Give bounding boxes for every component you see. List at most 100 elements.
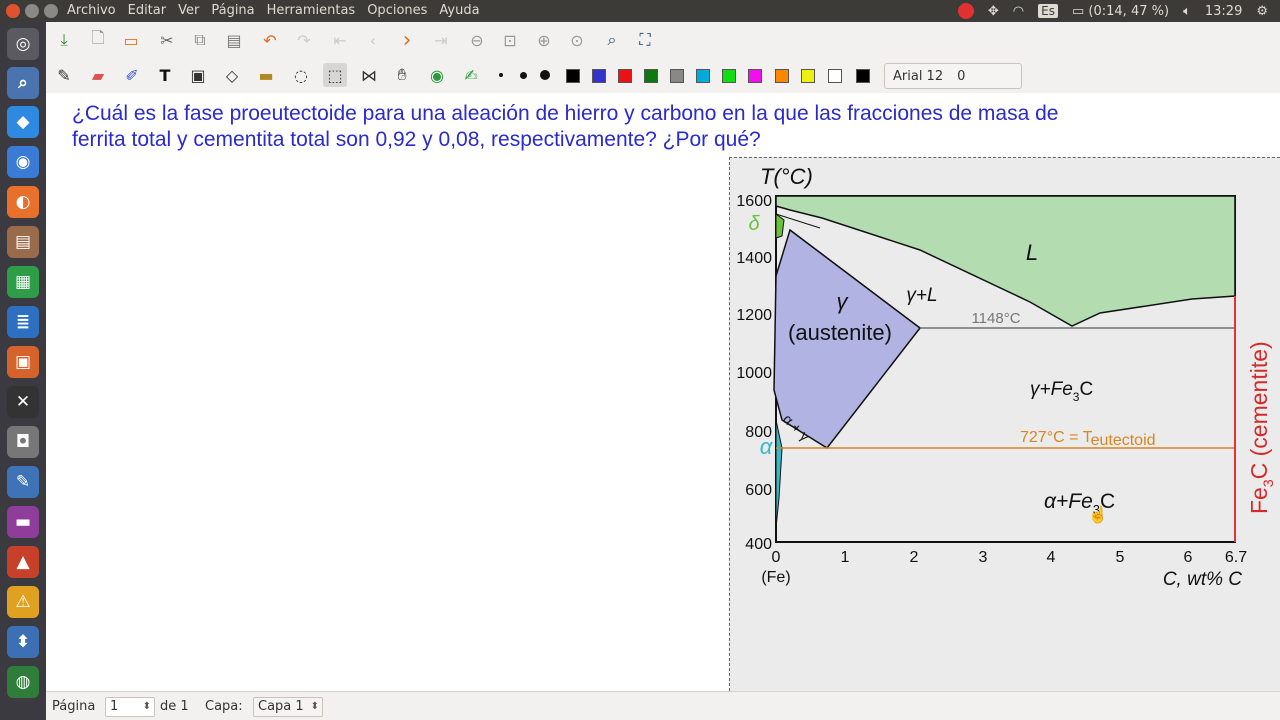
x-tick-6: 6 bbox=[1184, 549, 1193, 566]
camera-icon[interactable]: ◘ bbox=[7, 426, 39, 458]
eraser-icon[interactable]: ▰ bbox=[86, 63, 110, 87]
vlc-icon[interactable]: ▲ bbox=[7, 546, 39, 578]
color-black[interactable] bbox=[566, 69, 580, 83]
menu-ayuda[interactable]: Ayuda bbox=[439, 3, 479, 18]
dropbox-indicator-icon[interactable]: ✥ bbox=[988, 4, 999, 19]
fullscreen-icon[interactable]: ⛶ bbox=[633, 28, 657, 52]
previous-page-icon[interactable]: ‹ bbox=[361, 28, 385, 52]
save-icon[interactable]: ⤓ bbox=[52, 28, 76, 52]
font-selector[interactable]: Arial 12 0 bbox=[884, 63, 1022, 89]
redo-icon[interactable]: ↷ bbox=[292, 28, 316, 52]
spin-icon[interactable]: ⬍ bbox=[143, 698, 151, 716]
label-liquid: L bbox=[1026, 240, 1038, 265]
shape-recognizer-icon[interactable]: ✍ bbox=[459, 63, 483, 87]
update-icon[interactable]: ◍ bbox=[7, 666, 39, 698]
keyboard-language[interactable]: Es bbox=[1038, 4, 1058, 18]
menu-opciones[interactable]: Opciones bbox=[367, 3, 427, 18]
open-folder-icon[interactable]: ▭ bbox=[119, 28, 143, 52]
menu-archivo[interactable]: Archivo bbox=[67, 3, 116, 18]
firefox-icon[interactable]: ◐ bbox=[7, 186, 39, 218]
pen-icon[interactable]: ✎ bbox=[52, 63, 76, 87]
menu-herramientas[interactable]: Herramientas bbox=[267, 3, 356, 18]
ubuntu-dash-icon[interactable]: ◎ bbox=[7, 28, 39, 60]
hand-tool-icon[interactable]: ✋︎ bbox=[390, 63, 414, 87]
zoom-in-icon[interactable]: ⊕ bbox=[532, 28, 556, 52]
color-white[interactable] bbox=[828, 69, 842, 83]
next-page-icon[interactable]: › bbox=[395, 28, 419, 53]
shape-tool-icon[interactable]: ◇ bbox=[220, 63, 244, 87]
close-window-button[interactable] bbox=[6, 4, 20, 18]
writer-icon[interactable]: ≣ bbox=[7, 306, 39, 338]
color-light-blue[interactable] bbox=[696, 69, 710, 83]
first-page-icon[interactable]: ⇤ bbox=[328, 28, 352, 52]
x-tick-1: 1 bbox=[841, 549, 850, 566]
dropbox-icon[interactable]: ◆ bbox=[7, 106, 39, 138]
color-red[interactable] bbox=[618, 69, 632, 83]
label-alpha: α bbox=[760, 434, 774, 459]
color-yellow[interactable] bbox=[801, 69, 815, 83]
layer-select[interactable]: Capa 1 ⬍ bbox=[253, 697, 323, 717]
page-number-input[interactable]: 1 ⬍ bbox=[105, 697, 155, 717]
zoom-fit-icon[interactable]: ⊡ bbox=[498, 28, 522, 52]
x-tick-3: 3 bbox=[979, 549, 988, 566]
menu-ver[interactable]: Ver bbox=[178, 3, 199, 18]
rect-select-icon[interactable]: ⬚ bbox=[323, 63, 347, 87]
y-tick-600: 600 bbox=[745, 482, 772, 499]
lasso-select-icon[interactable]: ◌ bbox=[289, 63, 313, 87]
search-icon[interactable]: ⌕ bbox=[600, 28, 624, 52]
image-tool-icon[interactable]: ▣ bbox=[186, 63, 210, 87]
default-tools-icon[interactable]: ◉ bbox=[425, 63, 449, 87]
impress-icon[interactable]: ▣ bbox=[7, 346, 39, 378]
undo-icon[interactable]: ↶ bbox=[258, 28, 282, 52]
menu-editar[interactable]: Editar bbox=[128, 3, 167, 18]
volume-icon[interactable]: 🔈︎ bbox=[1183, 4, 1191, 19]
hand-cursor-icon: ☝ bbox=[1088, 505, 1108, 524]
text-tool-icon[interactable]: T bbox=[153, 63, 177, 87]
cementite-part-a: Fe bbox=[1246, 487, 1272, 514]
menu-pagina[interactable]: Página bbox=[211, 3, 254, 18]
chrome-icon[interactable]: ◉ bbox=[7, 146, 39, 178]
cut-icon[interactable]: ✂ bbox=[155, 28, 179, 52]
phase-diagram-image[interactable]: T(°C) 1600 1400 1200 1000 800 600 400 0 … bbox=[729, 157, 1280, 691]
color-gray[interactable] bbox=[670, 69, 684, 83]
select-object-icon[interactable]: ⋈ bbox=[357, 63, 381, 87]
x-app-icon[interactable]: ✕ bbox=[7, 386, 39, 418]
vertical-space-icon[interactable]: ▬ bbox=[254, 63, 278, 87]
system-tool-icon[interactable]: ⬍ bbox=[7, 626, 39, 658]
color-blue[interactable] bbox=[592, 69, 606, 83]
minimize-window-button[interactable] bbox=[25, 4, 39, 18]
highlighter-icon[interactable]: ✐ bbox=[120, 63, 144, 87]
color-light-green[interactable] bbox=[722, 69, 736, 83]
files-icon[interactable]: ▤ bbox=[7, 226, 39, 258]
thick-width-dot[interactable] bbox=[540, 70, 550, 80]
media-icon[interactable]: ▬ bbox=[7, 506, 39, 538]
medium-width-dot[interactable] bbox=[520, 72, 527, 79]
search-files-icon[interactable]: ⌕ bbox=[7, 67, 39, 99]
battery-indicator[interactable]: ▭ (0:14, 47 %) bbox=[1072, 4, 1169, 19]
label-cementite: Fe3C (cementite) bbox=[1246, 341, 1276, 514]
warning-icon[interactable]: ⚠ bbox=[7, 586, 39, 618]
copy-icon[interactable]: ⧉ bbox=[188, 28, 212, 52]
color-custom-black[interactable] bbox=[856, 69, 870, 83]
dropdown-arrows-icon: ⬍ bbox=[310, 701, 319, 712]
power-gear-icon[interactable]: ⚙ bbox=[1256, 4, 1268, 19]
whiteboard-icon[interactable]: ✎ bbox=[7, 466, 39, 498]
color-orange[interactable] bbox=[775, 69, 789, 83]
spreadsheet-icon[interactable]: ▦ bbox=[7, 266, 39, 298]
thin-width-dot[interactable] bbox=[499, 73, 503, 77]
x-tick-4: 4 bbox=[1047, 549, 1056, 566]
color-magenta[interactable] bbox=[748, 69, 762, 83]
zoom-reset-icon[interactable]: ⊙ bbox=[565, 28, 589, 52]
status-bar: Página 1 ⬍ de 1 Capa: Capa 1 ⬍ bbox=[46, 691, 1280, 720]
paste-icon[interactable]: ▤ bbox=[222, 28, 246, 52]
question-text: ¿Cuál es la fase proeutectoide para una … bbox=[72, 101, 1232, 153]
last-page-icon[interactable]: ⇥ bbox=[429, 28, 453, 52]
color-green[interactable] bbox=[644, 69, 658, 83]
page-canvas[interactable]: ¿Cuál es la fase proeutectoide para una … bbox=[46, 93, 1280, 691]
clock[interactable]: 13:29 bbox=[1205, 4, 1242, 19]
record-icon[interactable] bbox=[957, 3, 974, 19]
zoom-out-icon[interactable]: ⊖ bbox=[465, 28, 489, 52]
new-page-icon[interactable]: 🗋︎ bbox=[86, 28, 110, 52]
maximize-window-button[interactable] bbox=[44, 4, 58, 18]
wifi-icon[interactable]: ◠ bbox=[1013, 4, 1024, 19]
